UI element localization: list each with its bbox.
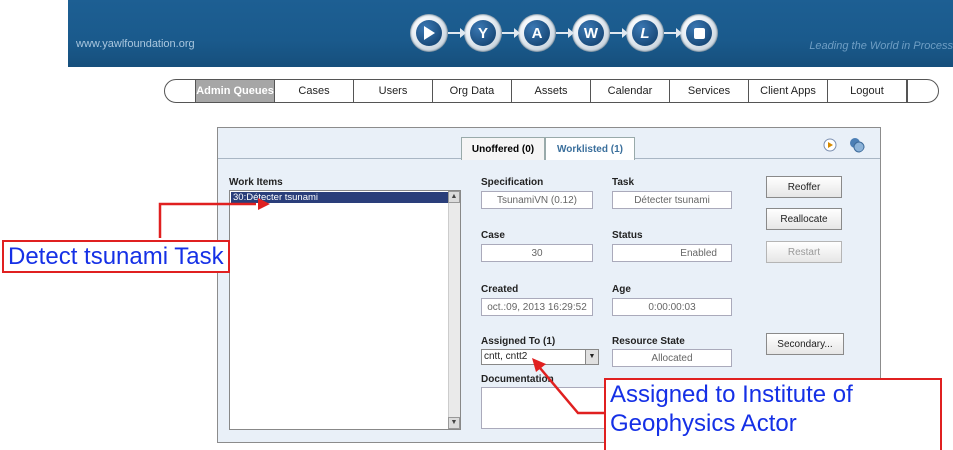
refresh-icon[interactable] (849, 137, 865, 153)
tab-bar: Unoffered (0) Worklisted (1) (218, 128, 880, 160)
age-field: 0:00:00:03 (612, 298, 732, 316)
site-header: www.yawlfoundation.org Y A W L Leading t… (68, 0, 953, 67)
work-items-list[interactable]: 30:Détecter tsunami ▲ ▼ (229, 190, 461, 430)
resource-state-field: Allocated (612, 349, 732, 367)
age-label: Age (612, 284, 631, 295)
secondary-button[interactable]: Secondary... (766, 333, 844, 355)
chevron-down-icon[interactable]: ▼ (585, 350, 598, 364)
list-scrollbar[interactable]: ▲ ▼ (448, 191, 460, 429)
specification-field: TsunamiVN (0.12) (481, 191, 593, 209)
nav-cap-left (164, 79, 196, 103)
status-field: Enabled (612, 244, 732, 262)
nav-logout[interactable]: Logout (828, 79, 907, 103)
play-icon (410, 14, 448, 52)
nav-admin-queues[interactable]: Admin Queues (196, 79, 275, 103)
created-field: oct.:09, 2013 16:29:52 (481, 298, 593, 316)
stop-icon (680, 14, 718, 52)
nav-assets[interactable]: Assets (512, 79, 591, 103)
specification-label: Specification (481, 177, 544, 188)
assigned-to-select[interactable]: cntt, cntt2 ▼ (481, 349, 599, 365)
restart-button[interactable]: Restart (766, 241, 842, 263)
reallocate-button[interactable]: Reallocate (766, 208, 842, 230)
detect-task-callout: Detect tsunami Task (2, 240, 230, 273)
nav-calendar[interactable]: Calendar (591, 79, 670, 103)
case-label: Case (481, 230, 505, 241)
task-field: Détecter tsunami (612, 191, 732, 209)
nav-org-data[interactable]: Org Data (433, 79, 512, 103)
nav-cap-right (907, 79, 939, 103)
task-label: Task (612, 177, 635, 188)
nav-users[interactable]: Users (354, 79, 433, 103)
assigned-actor-callout: Assigned to Institute of Geophysics Acto… (604, 378, 942, 450)
reoffer-button[interactable]: Reoffer (766, 176, 842, 198)
nav-client-apps[interactable]: Client Apps (749, 79, 828, 103)
assigned-to-label: Assigned To (1) (481, 336, 556, 347)
status-label: Status (612, 230, 643, 241)
resource-state-label: Resource State (612, 336, 685, 347)
created-label: Created (481, 284, 519, 295)
case-field: 30 (481, 244, 593, 262)
scroll-up-icon[interactable]: ▲ (448, 191, 460, 203)
start-icon[interactable] (823, 138, 837, 152)
site-url[interactable]: www.yawlfoundation.org (76, 38, 195, 50)
tab-unoffered[interactable]: Unoffered (0) (461, 137, 545, 160)
main-nav: Admin Queues Cases Users Org Data Assets… (164, 79, 939, 103)
work-items-label: Work Items (229, 177, 283, 188)
tagline: Leading the World in Process (809, 40, 953, 52)
documentation-label: Documentation (481, 374, 554, 385)
scroll-down-icon[interactable]: ▼ (448, 417, 460, 429)
yawl-logo: Y A W L (410, 8, 718, 58)
nav-cases[interactable]: Cases (275, 79, 354, 103)
tab-worklisted[interactable]: Worklisted (1) (545, 137, 635, 160)
list-item[interactable]: 30:Détecter tsunami (231, 192, 448, 203)
nav-services[interactable]: Services (670, 79, 749, 103)
